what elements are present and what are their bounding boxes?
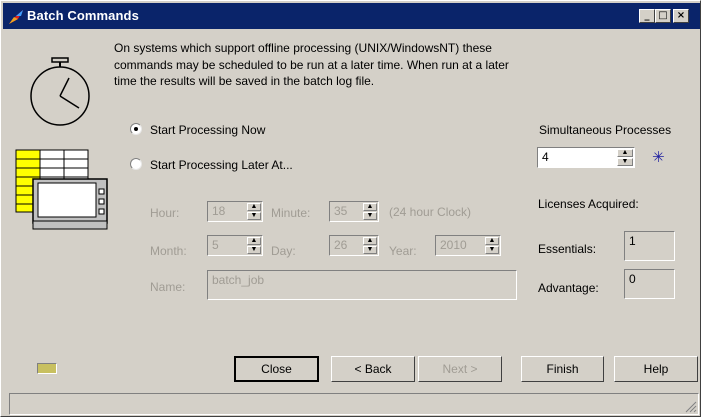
- day-value: 26: [334, 238, 348, 252]
- spin-up-icon[interactable]: ▲: [247, 237, 261, 245]
- minute-label: Minute:: [271, 206, 311, 220]
- advantage-value: 0: [629, 272, 636, 286]
- description-line-1: On systems which support offline process…: [114, 41, 492, 55]
- simultaneous-processes-label: Simultaneous Processes: [539, 123, 672, 137]
- essentials-field: 1: [624, 231, 675, 261]
- description-line-2: commands may be scheduled to be run at a…: [114, 58, 509, 72]
- essentials-label: Essentials:: [538, 242, 597, 256]
- hour-spin-arrows[interactable]: ▲ ▼: [247, 203, 261, 220]
- maximize-button[interactable]: □: [655, 9, 671, 23]
- finish-button[interactable]: Finish: [521, 356, 604, 382]
- minute-value: 35: [334, 204, 348, 218]
- spin-down-icon[interactable]: ▼: [247, 246, 261, 254]
- spin-down-icon[interactable]: ▼: [485, 246, 499, 254]
- title-bar[interactable]: Batch Commands _ □ ×: [3, 3, 700, 29]
- spin-down-icon[interactable]: ▼: [363, 212, 377, 220]
- processes-value: 4: [542, 150, 549, 164]
- spin-up-icon[interactable]: ▲: [617, 149, 633, 157]
- close-window-button[interactable]: ×: [673, 9, 689, 23]
- hour-label: Hour:: [150, 206, 180, 220]
- minimize-button[interactable]: _: [639, 9, 655, 23]
- start-now-radio[interactable]: [130, 123, 142, 135]
- year-spin-arrows[interactable]: ▲ ▼: [485, 237, 499, 254]
- year-label: Year:: [389, 244, 417, 258]
- window-title: Batch Commands: [27, 8, 139, 23]
- month-spin-arrows[interactable]: ▲ ▼: [247, 237, 261, 254]
- status-bar: [9, 393, 699, 415]
- name-value: batch_job: [212, 273, 265, 287]
- year-spinner[interactable]: 2010 ▲ ▼: [435, 235, 501, 256]
- advantage-label: Advantage:: [538, 281, 599, 295]
- spin-down-icon[interactable]: ▼: [617, 158, 633, 166]
- resize-grip-icon[interactable]: [685, 401, 697, 413]
- back-button[interactable]: < Back: [331, 356, 415, 382]
- start-now-label[interactable]: Start Processing Now: [150, 123, 265, 137]
- month-value: 5: [212, 238, 219, 252]
- app-icon: [9, 10, 23, 24]
- spin-down-icon[interactable]: ▼: [247, 212, 261, 220]
- next-button[interactable]: Next >: [418, 356, 502, 382]
- year-value: 2010: [440, 238, 467, 252]
- processes-spin-arrows[interactable]: ▲ ▼: [617, 149, 633, 166]
- month-spinner[interactable]: 5 ▲ ▼: [207, 235, 263, 256]
- day-spinner[interactable]: 26 ▲ ▼: [329, 235, 379, 256]
- scheduled-computer-icon: [15, 149, 108, 230]
- help-button[interactable]: Help: [614, 356, 698, 382]
- clock-note: (24 hour Clock): [389, 205, 472, 219]
- month-label: Month:: [150, 244, 187, 258]
- spin-up-icon[interactable]: ▲: [363, 237, 377, 245]
- asterisk-icon: ✳: [652, 148, 665, 166]
- hour-value: 18: [212, 204, 226, 218]
- start-later-label[interactable]: Start Processing Later At...: [150, 158, 293, 172]
- spin-up-icon[interactable]: ▲: [485, 237, 499, 245]
- name-label: Name:: [150, 280, 186, 294]
- minute-spinner[interactable]: 35 ▲ ▼: [329, 201, 379, 222]
- day-label: Day:: [271, 244, 296, 258]
- description-line-3: time the results will be saved in the ba…: [114, 74, 375, 88]
- processes-spinner[interactable]: 4 ▲ ▼: [537, 147, 635, 168]
- spin-down-icon[interactable]: ▼: [363, 246, 377, 254]
- stopwatch-icon: [30, 57, 90, 126]
- spin-up-icon[interactable]: ▲: [363, 203, 377, 211]
- batch-commands-window: Batch Commands _ □ × On systems which su…: [0, 0, 701, 417]
- advantage-field: 0: [624, 269, 675, 299]
- minute-spin-arrows[interactable]: ▲ ▼: [363, 203, 377, 220]
- status-led-icon: [37, 363, 57, 374]
- licenses-label: Licenses Acquired:: [538, 197, 639, 211]
- hour-spinner[interactable]: 18 ▲ ▼: [207, 201, 263, 222]
- essentials-value: 1: [629, 234, 636, 248]
- day-spin-arrows[interactable]: ▲ ▼: [363, 237, 377, 254]
- start-later-radio[interactable]: [130, 158, 142, 170]
- close-button[interactable]: Close: [234, 356, 319, 382]
- name-field[interactable]: batch_job: [207, 270, 517, 300]
- radio-selected-dot: [134, 127, 138, 131]
- spin-up-icon[interactable]: ▲: [247, 203, 261, 211]
